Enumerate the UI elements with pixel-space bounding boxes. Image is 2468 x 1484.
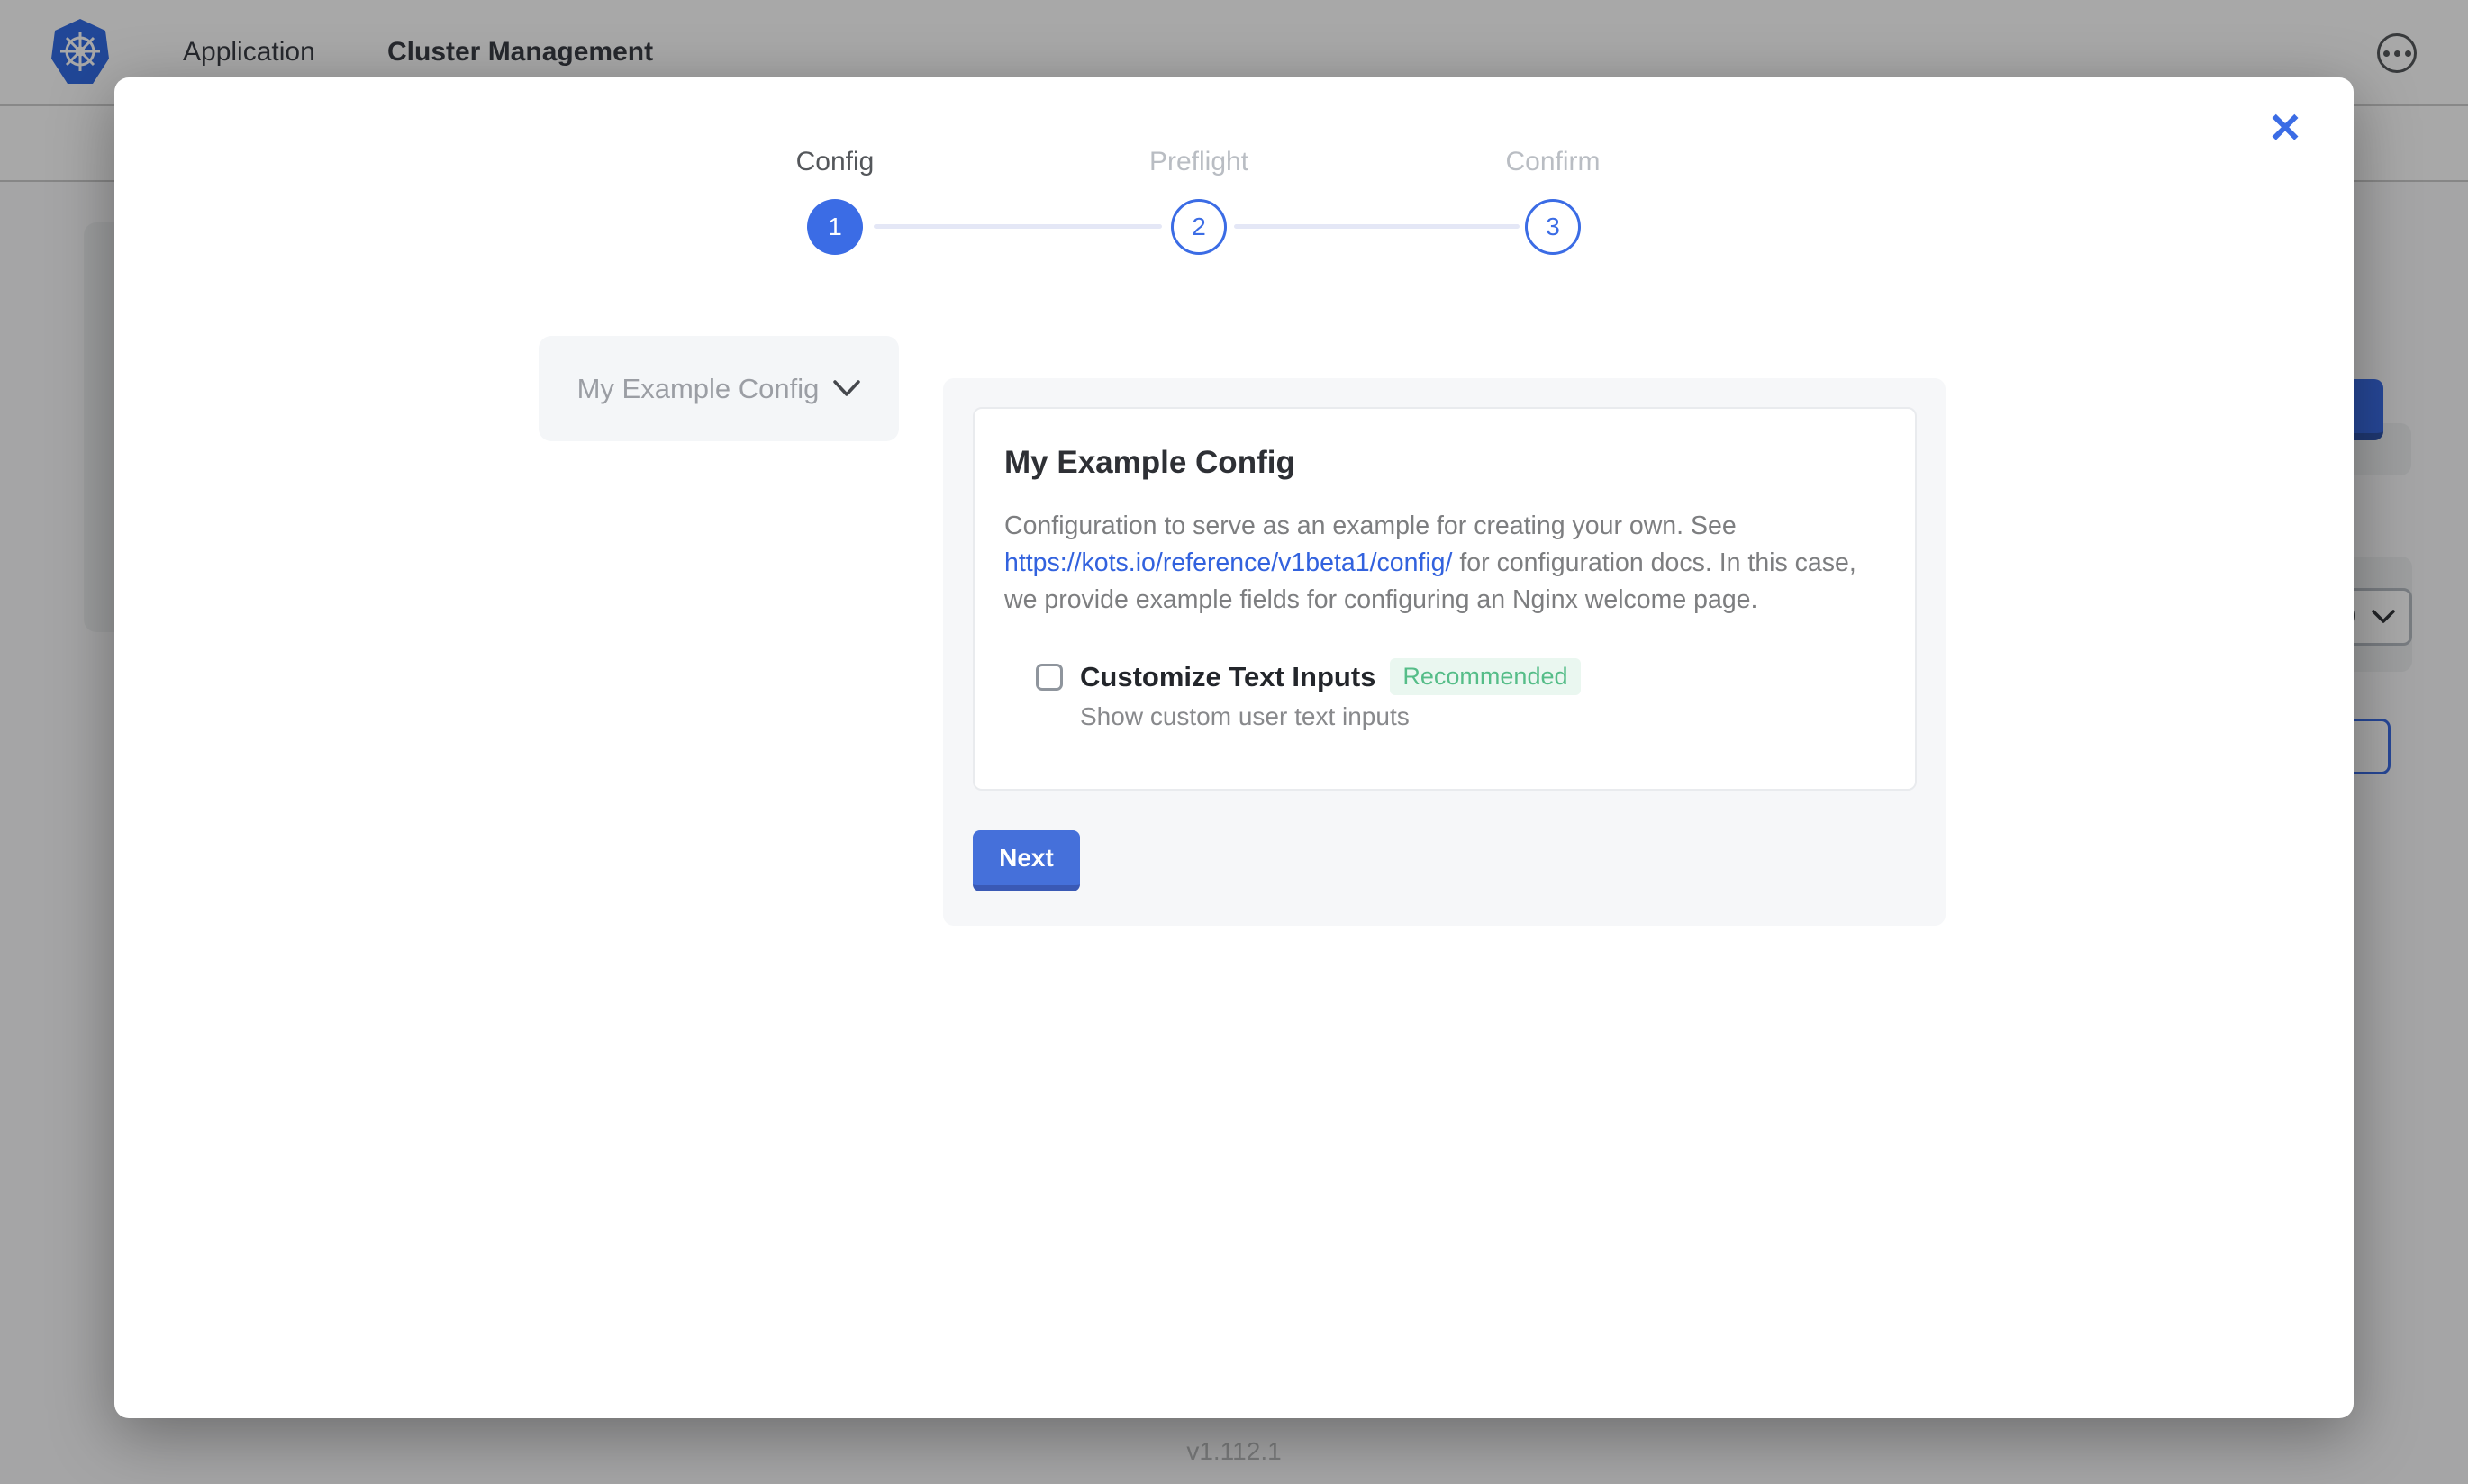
- next-button[interactable]: Next: [973, 830, 1080, 891]
- config-panel: My Example Config Configuration to serve…: [943, 378, 1946, 926]
- step-circle-1: 1: [807, 199, 863, 255]
- config-group-card: My Example Config Configuration to serve…: [973, 407, 1917, 791]
- config-wizard-modal: ✕ Config Preflight Confirm 1 2 3 My Exam…: [114, 77, 2354, 1418]
- recommended-badge: Recommended: [1390, 658, 1580, 695]
- step-label-confirm: Confirm: [1505, 142, 1600, 182]
- config-group-dropdown-label: My Example Config: [577, 373, 820, 405]
- customize-text-inputs-label[interactable]: Customize Text Inputs: [1080, 661, 1375, 693]
- config-group-description: Configuration to serve as an example for…: [1004, 508, 1896, 619]
- stepper-connector: [874, 224, 1162, 229]
- customize-text-inputs-help: Show custom user text inputs: [1080, 702, 1885, 731]
- close-modal-button[interactable]: ✕: [2258, 101, 2312, 155]
- step-circle-3: 3: [1525, 199, 1581, 255]
- screen: Application Cluster Management 0 y v1.11…: [0, 0, 2468, 1484]
- customize-text-inputs-checkbox[interactable]: [1036, 664, 1063, 691]
- step-label-config: Config: [796, 142, 875, 182]
- config-docs-link[interactable]: https://kots.io/reference/v1beta1/config…: [1004, 548, 1452, 577]
- config-group-dropdown[interactable]: My Example Config: [539, 336, 899, 441]
- config-group-title: My Example Config: [1004, 445, 1885, 481]
- chevron-down-icon: [833, 380, 860, 397]
- stepper-connector: [1234, 224, 1520, 229]
- customize-text-inputs-row: Customize Text Inputs Recommended: [1036, 658, 1885, 695]
- step-circle-2: 2: [1171, 199, 1227, 255]
- step-label-preflight: Preflight: [1149, 142, 1248, 182]
